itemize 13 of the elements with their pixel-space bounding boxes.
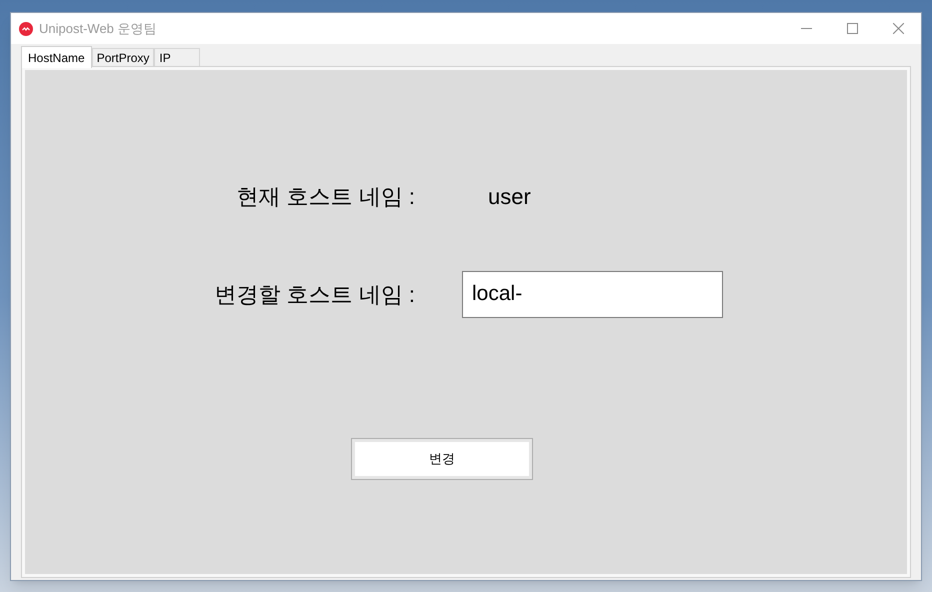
current-hostname-value: user <box>488 182 531 210</box>
close-icon <box>892 23 904 34</box>
new-hostname-label: 변경할 호스트 네임 : <box>214 280 415 308</box>
tab[interactable]: HostName <box>21 46 92 68</box>
minimize-icon <box>800 28 812 29</box>
app-logo-icon <box>19 22 33 36</box>
tab[interactable]: PortProxy <box>92 48 154 67</box>
current-hostname-label: 현재 호스트 네임 : <box>236 182 415 210</box>
change-button[interactable]: 변경 <box>352 439 532 479</box>
new-hostname-field[interactable]: local- <box>462 270 723 318</box>
tab[interactable]: IP <box>154 48 200 67</box>
window-title: Unipost-Web 운영팀 <box>39 20 157 38</box>
maximize-icon <box>846 23 858 34</box>
